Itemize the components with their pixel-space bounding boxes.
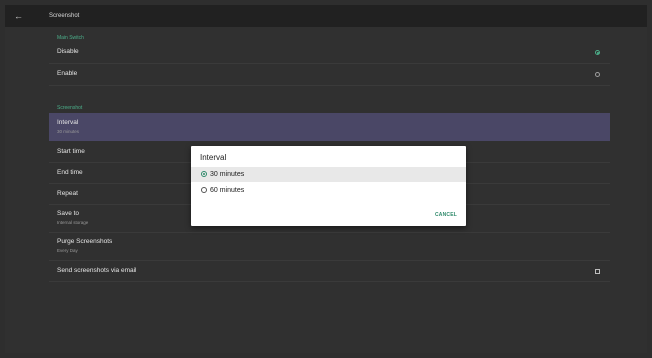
dialog-option-label: 60 minutes — [210, 187, 245, 194]
save-to-label: Save to — [57, 210, 80, 217]
radio-checked-icon[interactable] — [595, 50, 600, 55]
arrow-left-icon[interactable]: ← — [14, 8, 23, 24]
setting-row-send-email[interactable]: Send screenshots via email — [49, 261, 610, 282]
row-label-disable: Disable — [57, 48, 79, 55]
setting-row-purge[interactable]: Purge Screenshots Every Day — [49, 233, 610, 261]
purge-label: Purge Screenshots — [57, 238, 113, 245]
interval-label: Interval — [57, 119, 79, 126]
setting-row-interval[interactable]: Interval 30 minutes — [49, 113, 610, 141]
radio-unchecked-icon[interactable] — [595, 72, 600, 77]
dialog-option-60-minutes[interactable]: 60 minutes — [191, 183, 466, 198]
dialog-title: Interval — [200, 153, 227, 162]
radio-row-disable[interactable]: Disable — [49, 41, 610, 64]
section-title-screenshot: Screenshot — [57, 105, 83, 111]
send-email-label: Send screenshots via email — [57, 267, 137, 274]
end-time-label: End time — [57, 169, 83, 176]
radio-checked-icon[interactable] — [201, 171, 207, 177]
top-app-bar: ← Screenshot — [5, 5, 647, 27]
dialog-option-30-minutes[interactable]: 30 minutes — [191, 167, 466, 182]
checkbox-icon[interactable] — [595, 269, 600, 274]
save-to-value: Internal storage — [57, 220, 89, 225]
radio-unchecked-icon[interactable] — [201, 187, 207, 193]
radio-row-enable[interactable]: Enable — [49, 63, 610, 86]
interval-value: 30 minutes — [57, 129, 80, 134]
repeat-label: Repeat — [57, 190, 78, 197]
settings-screen: ← Screenshot Main Switch Disable Enable … — [5, 5, 647, 353]
cancel-button[interactable]: CANCEL — [435, 211, 457, 219]
row-label-enable: Enable — [57, 70, 78, 77]
page-title: Screenshot — [49, 13, 80, 19]
purge-value: Every Day — [57, 248, 78, 253]
start-time-label: Start time — [57, 148, 85, 155]
interval-dialog: Interval 30 minutes 60 minutes CANCEL — [191, 146, 466, 226]
dialog-option-label: 30 minutes — [210, 171, 245, 178]
